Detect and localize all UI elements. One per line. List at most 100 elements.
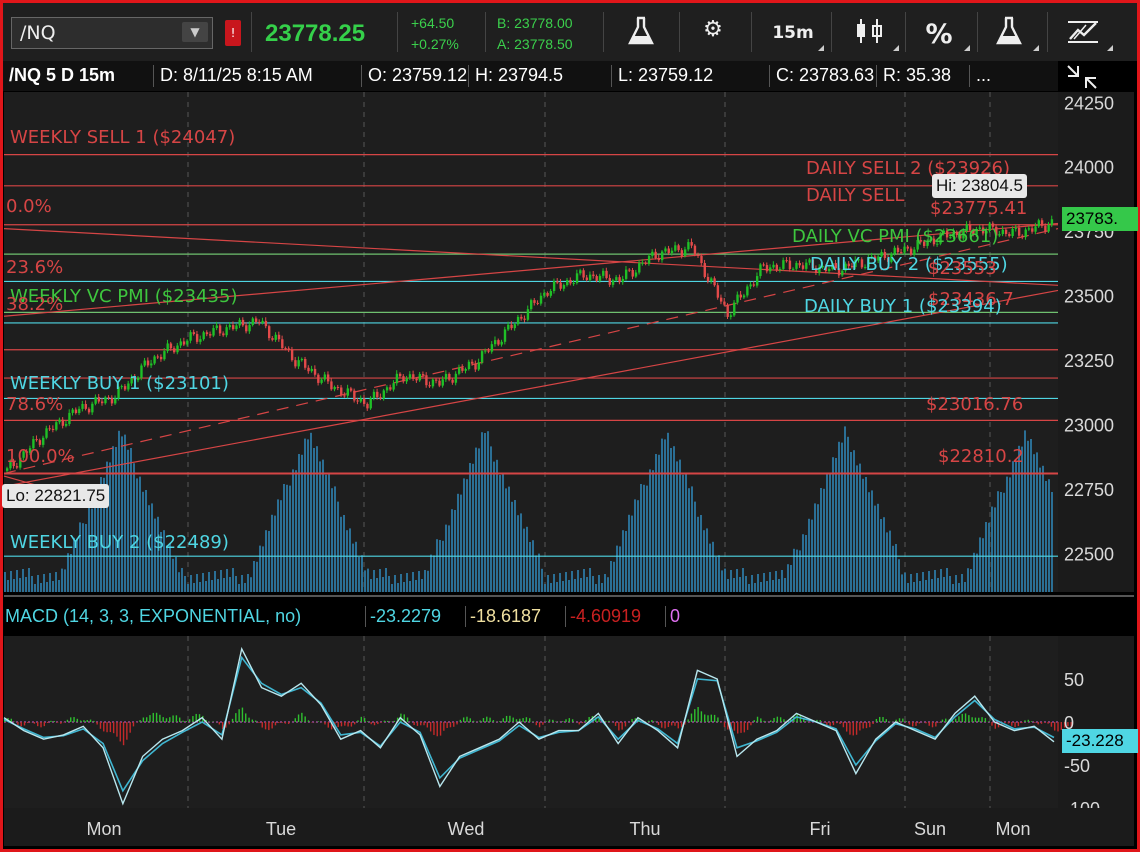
volume-bar: [598, 575, 600, 592]
macd-hist-bar: [159, 714, 161, 722]
macd-hist-bar: [27, 722, 29, 724]
macd-hist-bar: [604, 721, 607, 722]
candle-body: [641, 262, 644, 264]
volume-bar: [838, 441, 840, 592]
macd-hist-bar: [548, 719, 551, 722]
price-tick-label: 23500: [1064, 287, 1114, 307]
volume-bar: [121, 436, 123, 592]
volume-bar: [154, 518, 156, 592]
candle-body: [395, 373, 399, 384]
volume-bar: [391, 584, 393, 592]
candle-body: [785, 260, 788, 262]
volume-bar: [928, 571, 930, 592]
macd-hist-bar: [56, 722, 59, 723]
macd-hist-bar: [855, 722, 858, 735]
volume-bar: [871, 490, 873, 592]
time-axis: Mon Tue Wed Thu Fri Sun Mon: [4, 808, 1134, 846]
macd-study-title[interactable]: MACD (14, 3, 3, EXPONENTIAL, no): [5, 606, 301, 627]
candle-body: [277, 334, 281, 340]
volume-bar: [904, 572, 906, 592]
volume-bar: [490, 446, 492, 592]
macd-hist-bar: [354, 722, 356, 725]
macd-hist-bar: [472, 720, 475, 722]
macd-hist-bar: [502, 718, 504, 722]
macd-hist-bar: [657, 722, 660, 725]
macd-hist-bar: [902, 718, 904, 722]
candle-body: [159, 356, 163, 360]
macd-hist-bar: [565, 719, 567, 722]
volume-bar: [52, 581, 54, 592]
volume-bar: [310, 432, 312, 592]
price-tick-label: 24000: [1064, 158, 1114, 178]
candle-body: [759, 264, 762, 277]
chart-area[interactable]: WEEKLY SELL 1 ($24047)DAILY SELL 2 ($239…: [0, 0, 1140, 852]
macd-hist-bar: [182, 720, 184, 722]
macd-hist-bar: [1011, 722, 1013, 726]
macd-hist-bar: [99, 722, 102, 729]
candle-body: [35, 439, 38, 441]
volume-bar: [517, 515, 519, 592]
candle-body: [100, 401, 104, 404]
volume-bar: [334, 486, 336, 592]
candle-body: [530, 300, 533, 310]
volume-bar: [397, 583, 399, 592]
macd-hist-bar: [885, 719, 888, 722]
macd-hist-bar: [545, 721, 547, 722]
volume-bar: [874, 505, 876, 592]
volume-bar: [760, 582, 762, 592]
macd-hist-bar: [443, 722, 445, 731]
volume-bar: [508, 486, 510, 592]
volume-bar: [253, 561, 255, 592]
macd-hist-bar: [86, 720, 88, 722]
volume-bar: [691, 486, 693, 592]
macd-hist-bar: [89, 719, 92, 722]
macd-hist-bar: [76, 718, 79, 722]
candle-body: [703, 263, 706, 277]
macd-hist-bar: [760, 718, 762, 722]
candle-body: [595, 276, 598, 281]
volume-bar: [751, 575, 753, 592]
expand-arrows-icon[interactable]: [1067, 65, 1097, 89]
price-panel[interactable]: WEEKLY SELL 1 ($24047)DAILY SELL 2 ($239…: [3, 92, 1134, 597]
macd-hist-bar: [499, 721, 501, 722]
volume-bar: [40, 583, 42, 592]
candle-body: [156, 356, 160, 358]
volume-bar: [622, 530, 624, 592]
candle-body: [238, 319, 241, 326]
volume-bar: [1027, 440, 1029, 592]
macd-hist-bar: [261, 722, 263, 728]
volume-bar: [856, 465, 858, 592]
volume-bar: [931, 579, 933, 592]
macd-hist-bar: [297, 714, 300, 722]
volume-bar: [754, 583, 756, 592]
volume-bar: [22, 569, 24, 592]
candle-body: [484, 350, 487, 352]
candle-body: [218, 325, 222, 334]
fib-level-label: 100.0%: [6, 446, 75, 467]
macd-hist-bar: [165, 718, 168, 722]
day-tick-label: Sun: [914, 819, 946, 839]
candle-body: [186, 340, 189, 345]
volume-bar: [262, 546, 264, 592]
volume-bar: [949, 576, 951, 592]
candle-body: [569, 279, 572, 284]
candle-body: [333, 387, 336, 390]
volume-bar: [43, 574, 45, 592]
macd-hist-bar: [152, 712, 154, 722]
macd-panel[interactable]: 500-50-100: [3, 636, 1134, 819]
candle-body: [340, 387, 343, 396]
day-tick-label: Tue: [266, 819, 296, 839]
macd-hist-bar: [60, 722, 62, 724]
macd-hist-bar: [746, 722, 749, 730]
macd-hist-bar: [984, 718, 987, 722]
candle-body: [435, 379, 438, 381]
macd-hist-bar: [832, 722, 835, 726]
volume-bar: [739, 577, 741, 592]
macd-hist-bar: [281, 722, 283, 723]
volume-bar: [502, 473, 504, 592]
macd-hist-bar: [83, 720, 85, 722]
volume-bar: [736, 569, 738, 592]
macd-hist-bar: [377, 722, 379, 725]
volume-bar: [112, 446, 114, 592]
candle-body: [294, 360, 297, 367]
